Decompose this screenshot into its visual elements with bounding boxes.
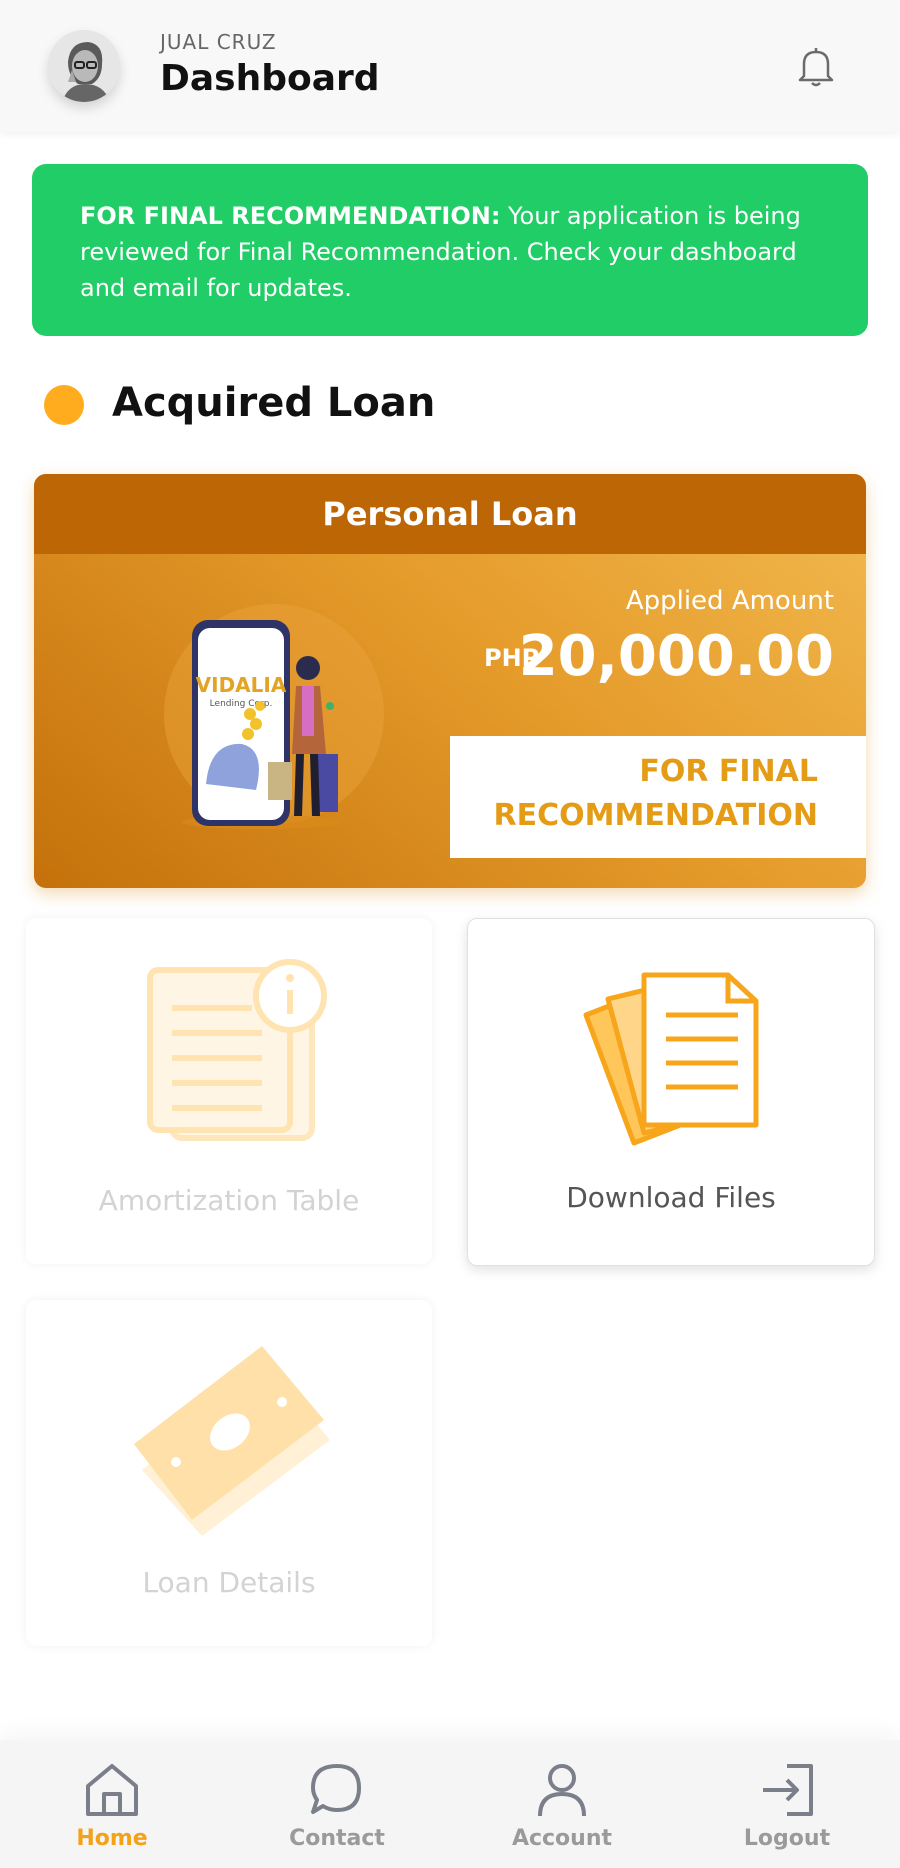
download-files-tile[interactable]: Download Files (467, 918, 875, 1266)
tile-label: Loan Details (142, 1566, 316, 1599)
documents-icon (583, 972, 759, 1146)
section-title: Acquired Loan (112, 380, 436, 426)
logout-icon (763, 1764, 813, 1816)
page-title: Dashboard (160, 58, 380, 99)
applied-amount-value: 20,000.00 (518, 624, 834, 689)
nav-item-contact[interactable]: Contact (247, 1740, 427, 1868)
nav-label: Logout (743, 1826, 831, 1851)
user-icon (538, 1764, 586, 1817)
bell-icon[interactable] (796, 44, 836, 88)
tile-label: Amortization Table (98, 1184, 360, 1217)
loan-status-box: FOR FINAL RECOMMENDATION (450, 736, 866, 858)
brand-logo: VIDALIA (196, 673, 287, 697)
section-indicator-dot (44, 385, 84, 425)
avatar[interactable] (48, 30, 120, 102)
loan-status-text: FOR FINAL RECOMMENDATION (493, 754, 818, 833)
nav-item-home[interactable]: Home (22, 1740, 202, 1868)
loan-card-title: Personal Loan (34, 474, 866, 554)
user-name: JUAL CRUZ (160, 30, 277, 54)
nav-label: Contact (289, 1826, 385, 1851)
applied-amount-label: Applied Amount (625, 586, 834, 616)
app-header: JUAL CRUZ Dashboard (0, 0, 900, 132)
nav-item-logout[interactable]: Logout (697, 1740, 877, 1868)
banner-label: FOR FINAL RECOMMENDATION: (80, 202, 501, 230)
tile-label: Download Files (566, 1181, 776, 1214)
chat-icon (311, 1764, 361, 1814)
nav-label: Account (511, 1826, 613, 1851)
money-icon (134, 1346, 330, 1536)
banner-text: FOR FINAL RECOMMENDATION: Your applicati… (80, 198, 820, 306)
bottom-navigation: Home Contact Account Logout (0, 1740, 900, 1868)
amortization-table-tile[interactable]: Amortization Table (26, 918, 432, 1264)
document-info-icon (147, 959, 327, 1141)
nav-label: Home (76, 1826, 148, 1851)
loan-details-tile[interactable]: Loan Details (26, 1300, 432, 1646)
loan-card[interactable]: Personal Loan VIDALIA Lending Corp. Appl… (34, 474, 866, 888)
phone-shopper-illustration: VIDALIA Lending Corp. (164, 604, 384, 829)
home-icon (86, 1764, 138, 1816)
nav-item-account[interactable]: Account (472, 1740, 652, 1868)
status-banner: FOR FINAL RECOMMENDATION: Your applicati… (32, 164, 868, 336)
